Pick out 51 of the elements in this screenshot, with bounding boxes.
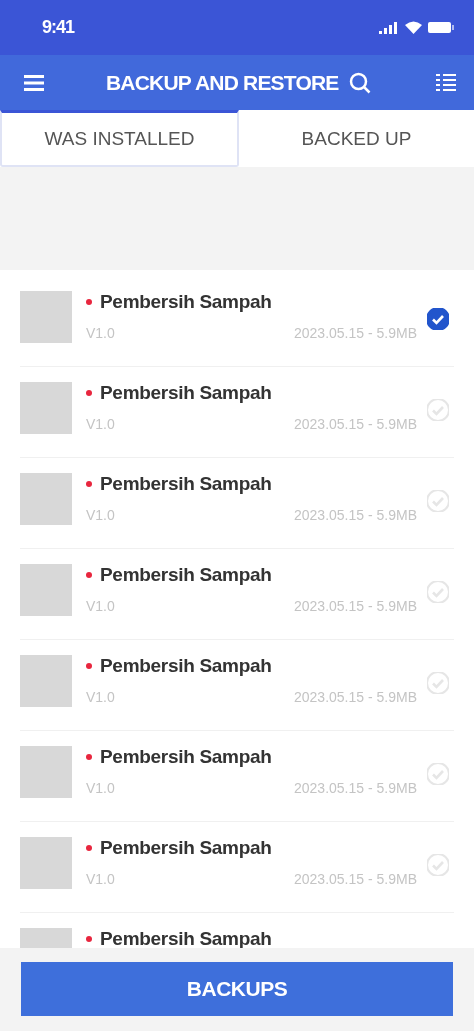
app-name: Pembersih Sampah bbox=[100, 564, 272, 586]
app-name: Pembersih Sampah bbox=[100, 291, 272, 313]
app-icon-placeholder bbox=[20, 837, 72, 889]
status-dot-icon bbox=[86, 481, 92, 487]
app-name: Pembersih Sampah bbox=[100, 928, 272, 950]
status-dot-icon bbox=[86, 845, 92, 851]
status-dot-icon bbox=[86, 754, 92, 760]
app-date-size: 2023.05.15 - 5.9MB bbox=[294, 871, 417, 887]
app-name: Pembersih Sampah bbox=[100, 382, 272, 404]
app-date-size: 2023.05.15 - 5.9MB bbox=[294, 598, 417, 614]
menu-button[interactable] bbox=[24, 74, 44, 91]
app-icon-placeholder bbox=[20, 291, 72, 343]
app-name: Pembersih Sampah bbox=[100, 837, 272, 859]
signal-icon bbox=[379, 21, 399, 34]
app-icon-placeholder bbox=[20, 382, 72, 434]
app-name: Pembersih Sampah bbox=[100, 746, 272, 768]
app-version: V1.0 bbox=[86, 598, 115, 614]
battery-icon bbox=[428, 22, 454, 33]
backups-button[interactable]: BACKUPS bbox=[21, 962, 453, 1016]
app-name: Pembersih Sampah bbox=[100, 655, 272, 677]
menu-icon bbox=[24, 74, 44, 91]
status-dot-icon bbox=[86, 663, 92, 669]
app-name: Pembersih Sampah bbox=[100, 473, 272, 495]
list-icon bbox=[436, 72, 456, 93]
checkmark-icon[interactable] bbox=[427, 308, 449, 330]
app-version: V1.0 bbox=[86, 416, 115, 432]
tab[interactable]: WAS INSTALLED bbox=[0, 110, 239, 167]
app-date-size: 2023.05.15 - 5.9MB bbox=[294, 416, 417, 432]
status-dot-icon bbox=[86, 299, 92, 305]
app-version: V1.0 bbox=[86, 325, 115, 341]
wifi-icon bbox=[405, 21, 422, 34]
app-version: V1.0 bbox=[86, 507, 115, 523]
status-dot-icon bbox=[86, 572, 92, 578]
app-date-size: 2023.05.15 - 5.9MB bbox=[294, 507, 417, 523]
app-icon-placeholder bbox=[20, 564, 72, 616]
app-version: V1.0 bbox=[86, 689, 115, 705]
search-button[interactable] bbox=[348, 71, 371, 94]
status-dot-icon bbox=[86, 390, 92, 396]
app-version: V1.0 bbox=[86, 871, 115, 887]
app-date-size: 2023.05.15 - 5.9MB bbox=[294, 780, 417, 796]
clock-time: 9:41 bbox=[42, 17, 75, 38]
screen-title: BACKUP AND RESTORE bbox=[106, 70, 339, 95]
app-date-size: 2023.05.15 - 5.9MB bbox=[294, 325, 417, 341]
app-icon-placeholder bbox=[20, 473, 72, 525]
app-version: V1.0 bbox=[86, 780, 115, 796]
app-icon-placeholder bbox=[20, 746, 72, 798]
app-date-size: 2023.05.15 - 5.9MB bbox=[294, 689, 417, 705]
list-view-button[interactable] bbox=[436, 72, 456, 93]
search-icon bbox=[348, 71, 371, 94]
app-icon-placeholder bbox=[20, 655, 72, 707]
status-dot-icon bbox=[86, 936, 92, 942]
